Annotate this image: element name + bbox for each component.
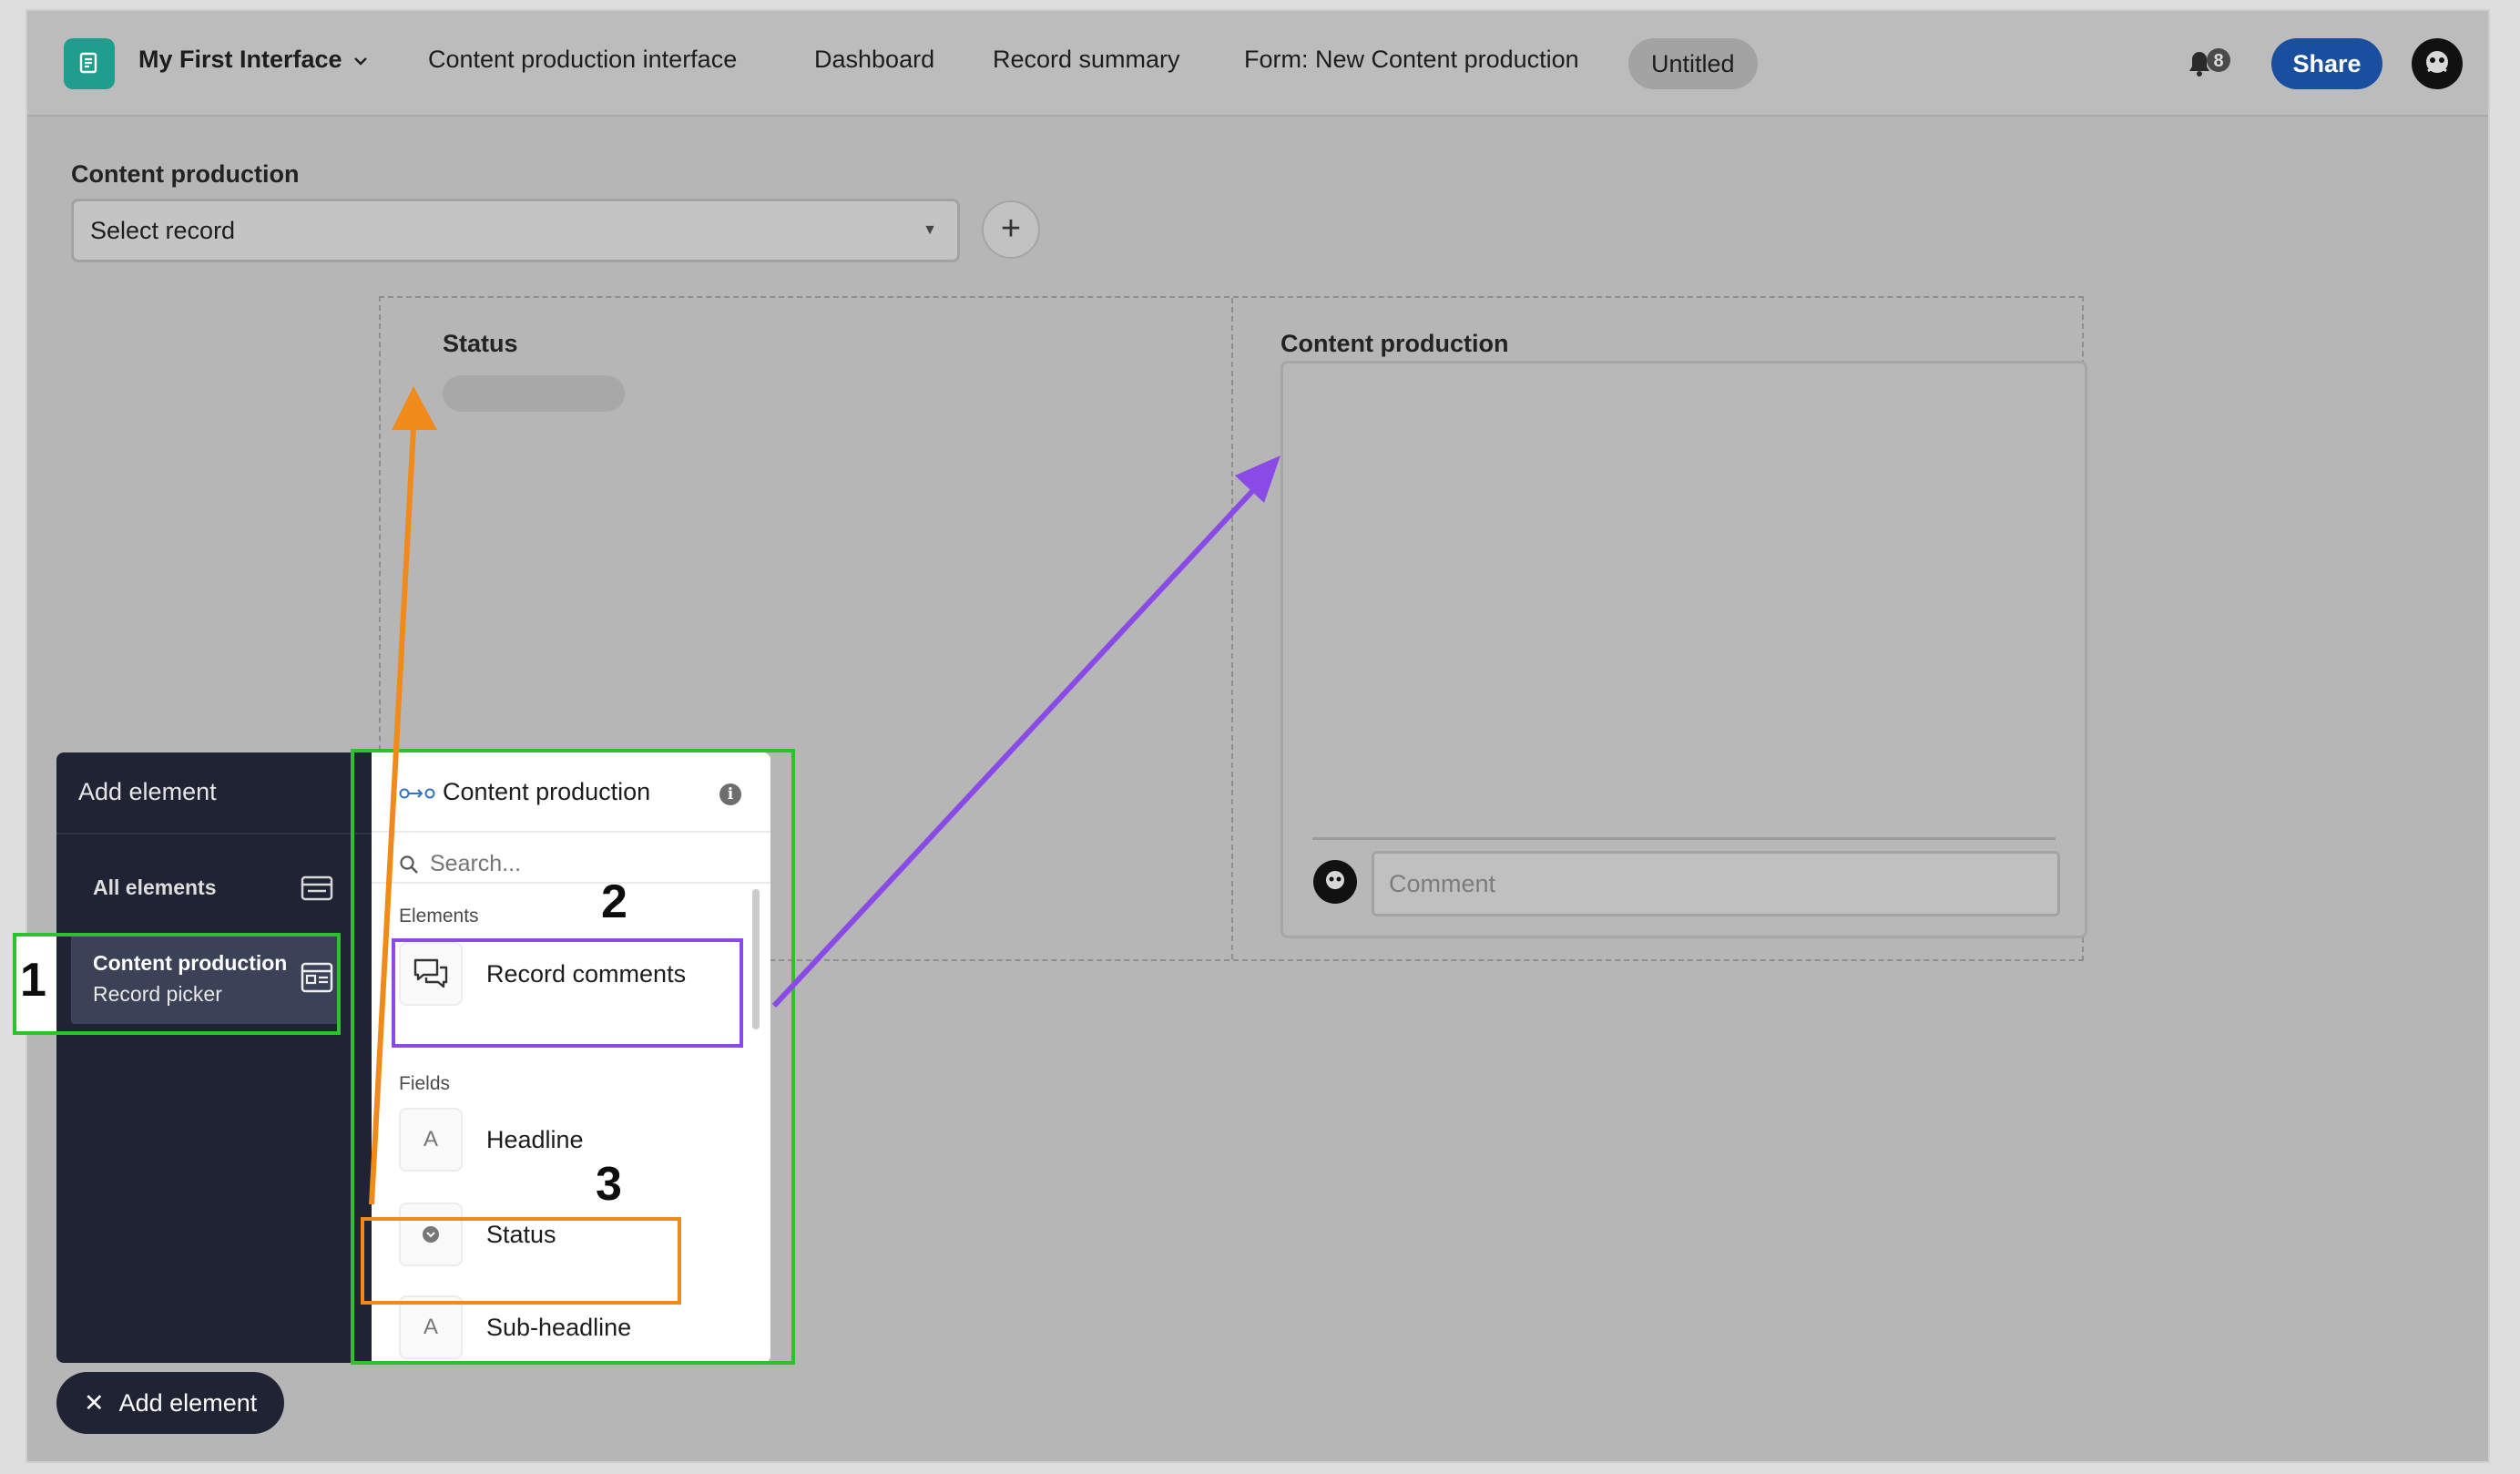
nav-tab-dashboard[interactable]: Dashboard	[814, 46, 934, 74]
app-logo-icon[interactable]	[64, 38, 115, 89]
annotation-number-two: 2	[601, 875, 627, 928]
notification-count-badge: 8	[2213, 51, 2223, 71]
user-avatar[interactable]	[2412, 38, 2463, 89]
comment-input[interactable]: Comment	[1372, 851, 2060, 916]
annotation-number-one: 1	[20, 954, 46, 1007]
app-name-label: My First Interface	[138, 46, 342, 73]
nav-tab-untitled[interactable]: Untitled	[1628, 38, 1758, 89]
annotation-number-three: 3	[596, 1158, 622, 1211]
chevron-down-icon	[353, 51, 368, 70]
nav-tab-record-summary[interactable]: Record summary	[993, 46, 1180, 74]
add-element-toggle-button[interactable]: ✕ Add element	[56, 1372, 284, 1434]
comments-element-title: Content production	[1280, 330, 1509, 357]
record-picker-label: Content production	[71, 160, 300, 188]
nav-tab-content-production-interface[interactable]: Content production interface	[428, 46, 737, 74]
annotation-box-status-field	[361, 1217, 681, 1305]
annotation-box-record-comments	[392, 938, 743, 1048]
add-element-button-label: Add element	[118, 1388, 258, 1417]
share-button[interactable]: Share	[2271, 38, 2382, 89]
add-element-categories-panel: Add element All elements Content product…	[56, 752, 372, 1363]
add-record-button[interactable]: +	[982, 200, 1040, 259]
status-element-title: Status	[443, 330, 518, 357]
select-record-value: Select record	[90, 217, 236, 244]
close-icon: ✕	[84, 1388, 105, 1417]
app-name-menu[interactable]: My First Interface	[138, 46, 368, 74]
nav-tab-form-new-content-production[interactable]: Form: New Content production	[1244, 46, 1579, 74]
comments-divider	[1312, 837, 2056, 840]
top-navigation-bar: My First Interface Content production in…	[27, 11, 2488, 117]
notifications-button[interactable]: 8	[2182, 44, 2233, 84]
select-record-dropdown[interactable]: Select record ▼	[71, 199, 960, 262]
annotation-box-record-picker	[13, 933, 341, 1035]
all-elements-icon	[301, 875, 335, 906]
status-value-placeholder[interactable]	[443, 375, 625, 412]
bell-icon	[2189, 52, 2209, 77]
panel-divider	[56, 833, 372, 834]
layout-column-divider	[1231, 298, 1233, 959]
commenter-avatar	[1313, 860, 1357, 904]
category-all-elements[interactable]: All elements	[93, 875, 217, 900]
caret-down-icon: ▼	[923, 222, 937, 238]
add-element-panel-title: Add element	[78, 778, 217, 805]
